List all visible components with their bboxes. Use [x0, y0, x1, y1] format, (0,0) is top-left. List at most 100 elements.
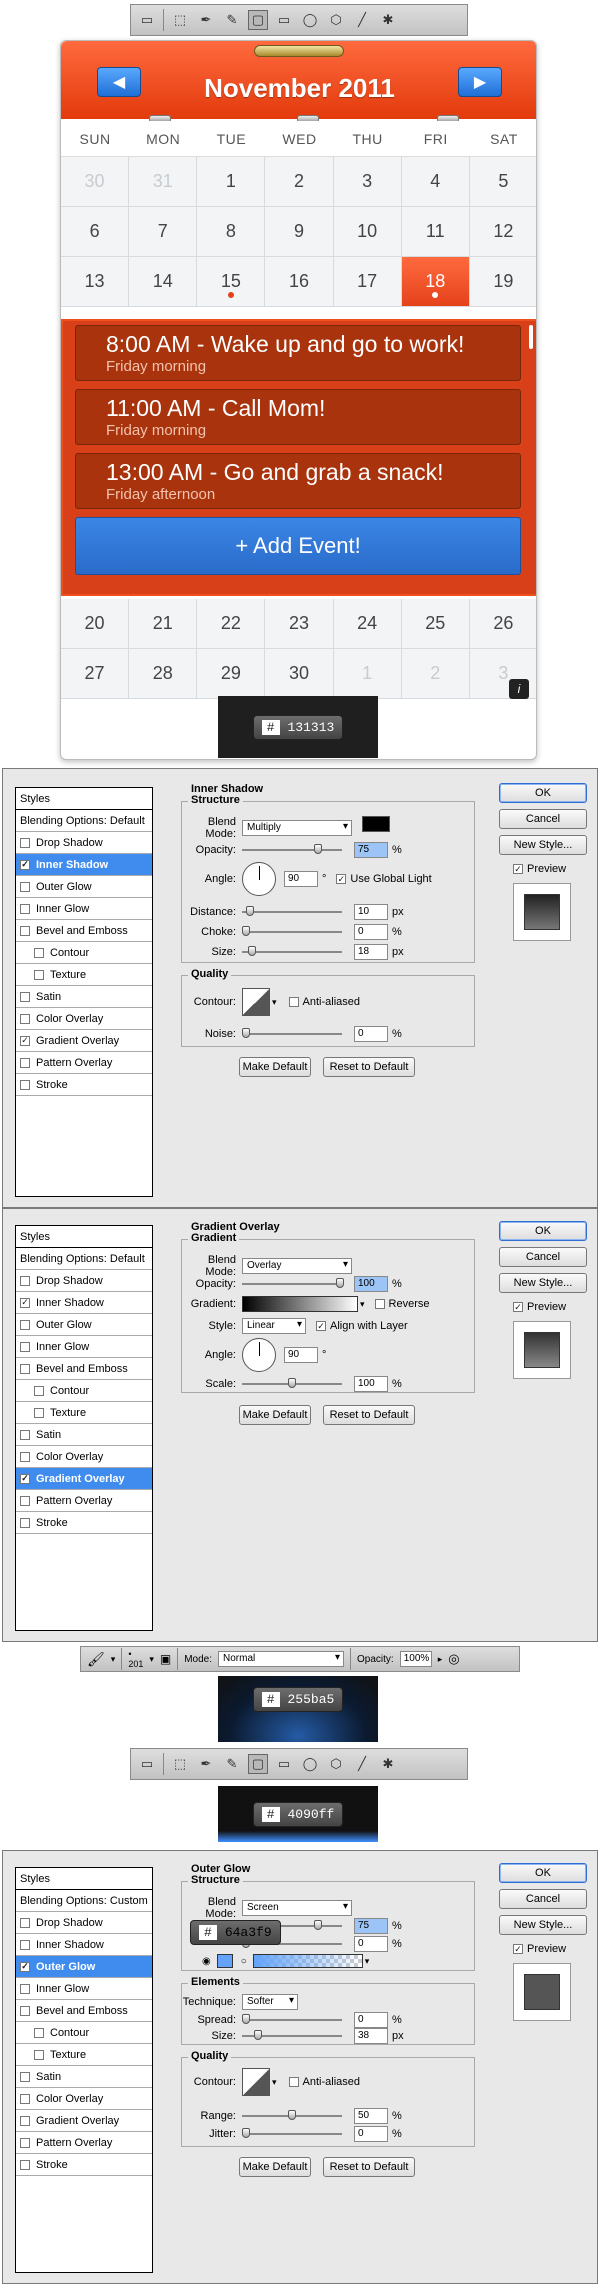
reset-default-button[interactable]: Reset to Default: [323, 2157, 415, 2177]
noise-slider[interactable]: [242, 1028, 342, 1038]
anti-aliased-checkbox[interactable]: [288, 2077, 299, 2087]
day-cell[interactable]: 19: [469, 257, 536, 307]
blending-options-item[interactable]: Blending Options: Default: [16, 1248, 152, 1270]
blend-mode-select[interactable]: Screen: [242, 1900, 352, 1916]
day-cell[interactable]: 16: [265, 257, 334, 307]
opacity-input[interactable]: 75: [354, 1918, 388, 1934]
checkbox[interactable]: [34, 1385, 44, 1396]
checkbox[interactable]: [20, 1429, 30, 1440]
angle-input[interactable]: 90: [284, 871, 318, 887]
style-item-color-overlay[interactable]: Color Overlay: [16, 1008, 152, 1030]
slider-knob[interactable]: [246, 906, 254, 916]
checkbox[interactable]: [34, 2027, 44, 2038]
checkbox[interactable]: [20, 1057, 30, 1068]
styles-header[interactable]: Styles: [16, 788, 152, 810]
choke-input[interactable]: 0: [354, 924, 388, 940]
slider-knob[interactable]: [336, 1278, 344, 1288]
day-cell[interactable]: 8: [197, 207, 266, 257]
slider-knob[interactable]: [288, 1378, 296, 1388]
day-cell[interactable]: 2: [265, 157, 334, 207]
distance-slider[interactable]: [242, 906, 342, 916]
chevron-down-icon[interactable]: ▾: [149, 1654, 154, 1665]
gradient-style-select[interactable]: Linear: [242, 1318, 306, 1334]
style-item-contour[interactable]: Contour: [16, 1380, 152, 1402]
rectangle-icon[interactable]: ▢: [248, 1754, 268, 1774]
reverse-checkbox[interactable]: [374, 1299, 385, 1309]
polygon-icon[interactable]: ⬡: [326, 1754, 346, 1774]
style-item-texture[interactable]: Texture: [16, 1402, 152, 1424]
size-input[interactable]: 18: [354, 944, 388, 960]
slider-knob[interactable]: [288, 2110, 296, 2120]
style-item-bevel[interactable]: Bevel and Emboss: [16, 2000, 152, 2022]
style-item-drop-shadow[interactable]: Drop Shadow: [16, 1270, 152, 1292]
opacity-input[interactable]: 75: [354, 842, 388, 858]
make-default-button[interactable]: Make Default: [239, 2157, 311, 2177]
day-cell[interactable]: 13: [61, 257, 130, 307]
style-item-inner-glow[interactable]: Inner Glow: [16, 1336, 152, 1358]
slider-knob[interactable]: [242, 2128, 250, 2138]
freeform-pen-icon[interactable]: ✎: [222, 10, 242, 30]
size-slider[interactable]: [242, 2030, 342, 2040]
brush-icon[interactable]: 🖌: [87, 1651, 105, 1668]
scale-input[interactable]: 100: [354, 1376, 388, 1392]
style-item-drop-shadow[interactable]: Drop Shadow: [16, 832, 152, 854]
marquee-icon[interactable]: ▭: [137, 10, 157, 30]
checkbox[interactable]: [20, 1319, 30, 1330]
checkbox[interactable]: [20, 1013, 30, 1024]
rounded-rect-icon[interactable]: ▭: [274, 10, 294, 30]
pen-icon[interactable]: ✒: [196, 10, 216, 30]
style-item-gradient-overlay[interactable]: Gradient Overlay: [16, 2110, 152, 2132]
noise-input[interactable]: 0: [354, 1936, 388, 1952]
checkbox[interactable]: [20, 1275, 30, 1286]
distance-input[interactable]: 10: [354, 904, 388, 920]
cancel-button[interactable]: Cancel: [499, 1889, 587, 1909]
checkbox[interactable]: ✓: [20, 1961, 30, 1972]
checkbox[interactable]: [34, 2049, 44, 2060]
contour-picker[interactable]: [242, 988, 270, 1016]
day-cell[interactable]: 30: [61, 157, 130, 207]
ellipse-icon[interactable]: ◯: [300, 1754, 320, 1774]
checkbox[interactable]: [20, 925, 30, 936]
day-cell[interactable]: 4: [401, 157, 470, 207]
opacity-input[interactable]: 100%: [399, 1651, 432, 1667]
angle-dial[interactable]: [242, 1338, 276, 1372]
style-item-inner-glow[interactable]: Inner Glow: [16, 898, 152, 920]
style-item-satin[interactable]: Satin: [16, 986, 152, 1008]
reset-default-button[interactable]: Reset to Default: [323, 1057, 415, 1077]
day-cell[interactable]: 1: [197, 157, 266, 207]
day-cell[interactable]: 26: [469, 599, 536, 649]
checkbox[interactable]: [20, 1341, 30, 1352]
checkbox[interactable]: [20, 1079, 30, 1090]
slider-knob[interactable]: [242, 926, 250, 936]
day-cell[interactable]: 27: [61, 649, 130, 699]
style-item-outer-glow[interactable]: Outer Glow: [16, 876, 152, 898]
day-cell[interactable]: 28: [129, 649, 198, 699]
style-item-texture[interactable]: Texture: [16, 964, 152, 986]
rectangle-icon[interactable]: ▢: [248, 10, 268, 30]
rect-select-icon[interactable]: ⬚: [170, 10, 190, 30]
style-item-inner-shadow[interactable]: ✓ Inner Shadow: [16, 854, 152, 876]
checkbox[interactable]: [20, 1451, 30, 1462]
ok-button[interactable]: OK: [499, 1863, 587, 1883]
style-item-stroke[interactable]: Stroke: [16, 1074, 152, 1096]
choke-slider[interactable]: [242, 926, 342, 936]
checkbox[interactable]: [20, 2093, 30, 2104]
gradient-picker[interactable]: [242, 1296, 358, 1312]
style-item-bevel[interactable]: Bevel and Emboss: [16, 920, 152, 942]
checkbox[interactable]: [34, 1407, 44, 1418]
day-cell[interactable]: 23: [265, 599, 334, 649]
checkbox[interactable]: [20, 903, 30, 914]
glow-color-swatch[interactable]: [216, 1954, 233, 1968]
style-item-color-overlay[interactable]: Color Overlay: [16, 2088, 152, 2110]
technique-select[interactable]: Softer: [242, 1994, 298, 2010]
custom-shape-icon[interactable]: ✱: [378, 10, 398, 30]
checkbox[interactable]: [20, 2071, 30, 2082]
style-item-outer-glow[interactable]: ✓ Outer Glow: [16, 1956, 152, 1978]
style-item-color-overlay[interactable]: Color Overlay: [16, 1446, 152, 1468]
style-item-pattern-overlay[interactable]: Pattern Overlay: [16, 2132, 152, 2154]
day-cell[interactable]: 3: [333, 157, 402, 207]
make-default-button[interactable]: Make Default: [239, 1057, 311, 1077]
event-item[interactable]: 8:00 AM - Wake up and go to work! Friday…: [75, 325, 521, 381]
checkbox[interactable]: ✓: [20, 1035, 30, 1046]
style-item-pattern-overlay[interactable]: Pattern Overlay: [16, 1490, 152, 1512]
